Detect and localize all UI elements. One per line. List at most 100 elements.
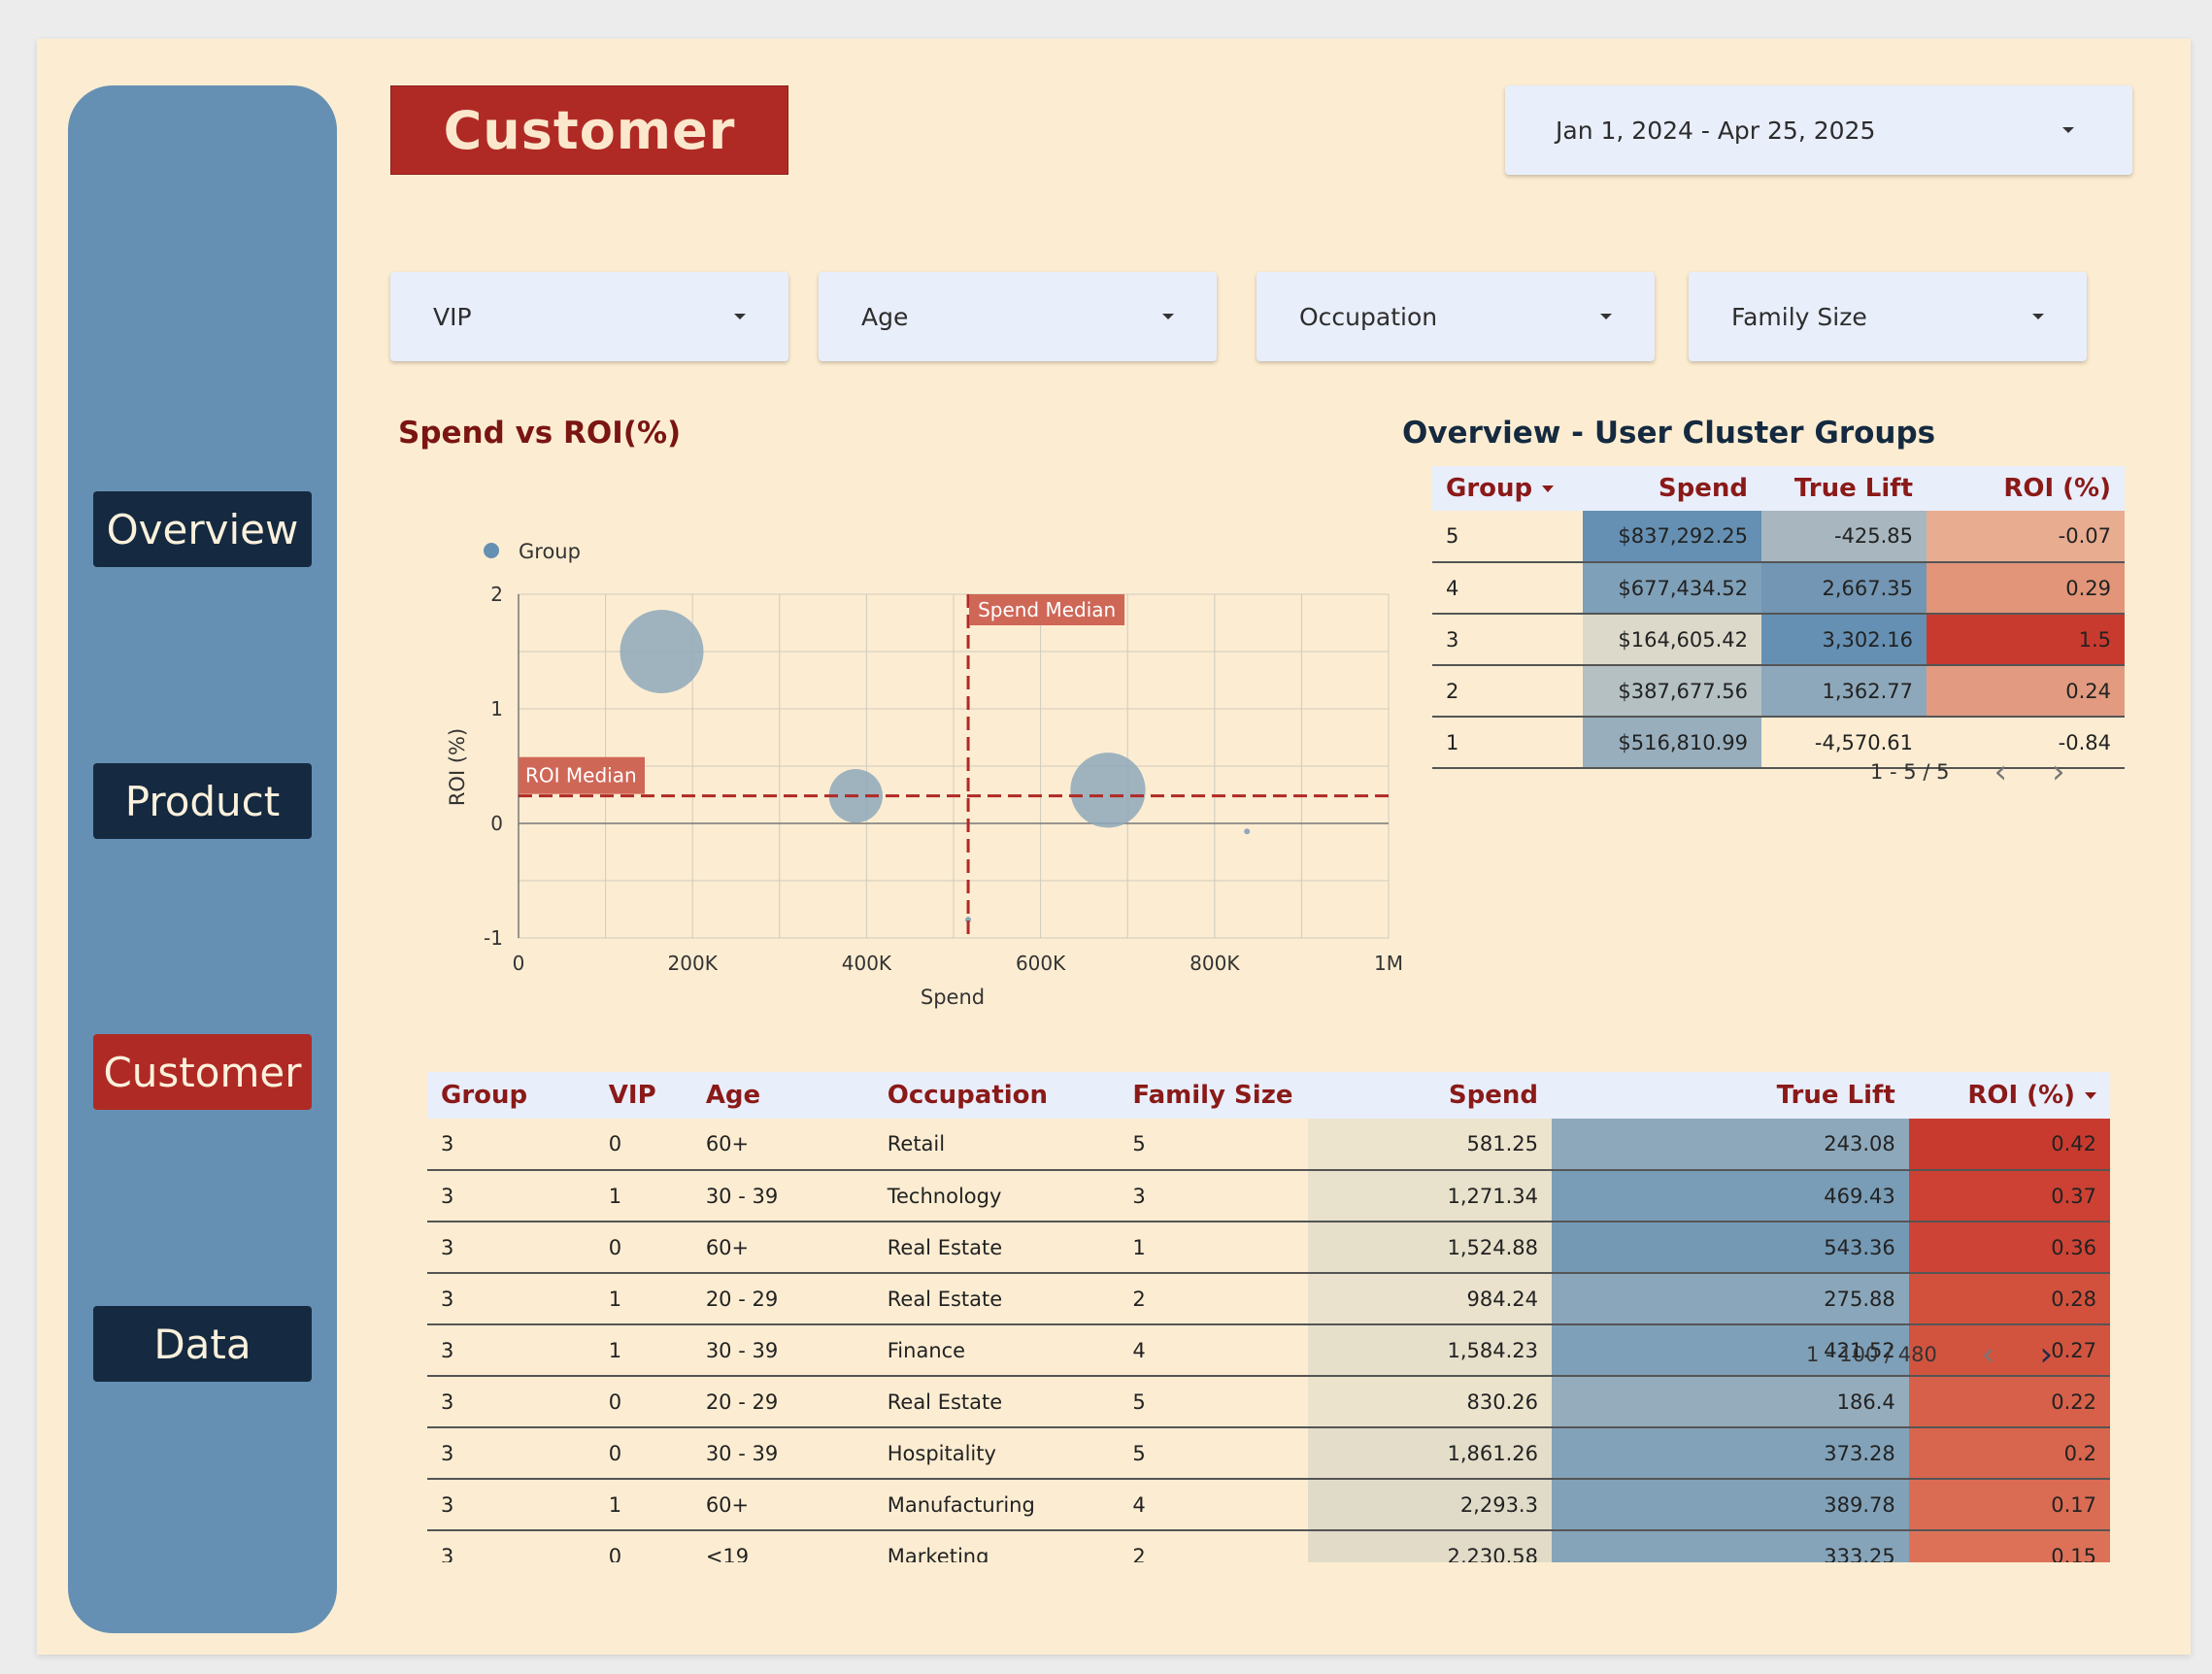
filter-occupation-dropdown[interactable]: Occupation (1257, 272, 1655, 361)
cell-true-lift: 333.25 (1551, 1530, 1909, 1562)
detail-table-pagination: 1 - 100 / 480 ‹ › (1806, 1338, 2053, 1371)
column-header-true-lift[interactable]: True Lift (1551, 1072, 1909, 1119)
detail-table-container[interactable]: Group VIP Age Occupation Family Size Spe… (427, 1072, 2110, 1562)
x-tick-label: 0 (513, 952, 525, 975)
cell-group: 3 (427, 1376, 595, 1428)
sidebar: Overview Product Customer Data (68, 85, 337, 1633)
table-row[interactable]: 3 0 20 - 29 Real Estate 5 830.26 186.4 0.22 (427, 1376, 2110, 1428)
nav-product-button[interactable]: Product (93, 763, 312, 839)
cell-roi: 1.5 (1927, 614, 2125, 666)
column-header-spend[interactable]: Spend (1308, 1072, 1552, 1119)
table-row[interactable]: 3 $164,605.42 3,302.16 1.5 (1432, 614, 2125, 666)
table-row[interactable]: 3 1 60+ Manufacturing 4 2,293.3 389.78 0.17 (427, 1479, 2110, 1531)
table-row[interactable]: 3 0 60+ Retail 5 581.25 243.08 0.42 (427, 1119, 2110, 1171)
x-tick-label: 200K (668, 952, 719, 975)
cell-spend: $837,292.25 (1583, 511, 1761, 563)
column-header-spend[interactable]: Spend (1583, 466, 1761, 511)
cell-occupation: Finance (873, 1324, 1120, 1377)
cell-family-size: 2 (1119, 1273, 1309, 1325)
cell-family-size: 3 (1119, 1170, 1309, 1222)
y-axis-label: ROI (%) (446, 728, 469, 806)
column-label: ROI (%) (1967, 1081, 2075, 1110)
cell-true-lift: 469.43 (1551, 1170, 1909, 1222)
table-row[interactable]: 3 0 <19 Marketing 2 2,230.58 333.25 0.15 (427, 1530, 2110, 1562)
column-header-age[interactable]: Age (691, 1072, 874, 1119)
cell-true-lift: 3,302.16 (1761, 614, 1927, 666)
cell-occupation: Technology (873, 1170, 1120, 1222)
customer-detail-table: Group VIP Age Occupation Family Size Spe… (427, 1072, 2110, 1562)
table-row[interactable]: 4 $677,434.52 2,667.35 0.29 (1432, 562, 2125, 615)
table-row[interactable]: 3 0 30 - 39 Hospitality 5 1,861.26 373.28 0.2 (427, 1427, 2110, 1480)
cell-vip: 0 (594, 1119, 692, 1171)
column-header-family-size[interactable]: Family Size (1119, 1072, 1309, 1119)
cell-group: 3 (427, 1170, 595, 1222)
y-tick-label: 1 (490, 697, 503, 720)
y-tick-label: 0 (490, 812, 503, 835)
cell-group: 3 (427, 1427, 595, 1480)
filter-age-label: Age (861, 302, 909, 331)
table-row[interactable]: 2 $387,677.56 1,362.77 0.24 (1432, 665, 2125, 718)
filter-vip-label: VIP (433, 302, 472, 331)
prev-page-icon[interactable]: ‹ (1994, 755, 2007, 788)
column-label: Group (1446, 474, 1533, 503)
cell-occupation: Real Estate (873, 1222, 1120, 1274)
column-header-vip[interactable]: VIP (594, 1072, 692, 1119)
cell-occupation: Retail (873, 1119, 1120, 1171)
filter-family-size-dropdown[interactable]: Family Size (1689, 272, 2087, 361)
cell-age: 60+ (691, 1222, 874, 1274)
cell-age: 20 - 29 (691, 1376, 874, 1428)
nav-customer-button[interactable]: Customer (93, 1034, 312, 1110)
cell-group: 3 (427, 1273, 595, 1325)
x-tick-label: 800K (1190, 952, 1240, 975)
table-row[interactable]: 3 0 60+ Real Estate 1 1,524.88 543.36 0.36 (427, 1222, 2110, 1274)
cell-true-lift: 2,667.35 (1761, 562, 1927, 615)
next-page-icon[interactable]: › (2040, 1338, 2054, 1371)
sort-desc-icon (2085, 1092, 2096, 1099)
cell-roi: 0.24 (1927, 665, 2125, 718)
cluster-table-title: Overview - User Cluster Groups (1402, 416, 1936, 451)
report-page: Overview Product Customer Data Customer … (37, 39, 2191, 1655)
column-header-group[interactable]: Group (1432, 466, 1583, 511)
cell-group: 3 (427, 1119, 595, 1171)
cell-group: 1 (1432, 717, 1583, 769)
date-range-picker[interactable]: Jan 1, 2024 - Apr 25, 2025 (1505, 85, 2132, 175)
cell-true-lift: 243.08 (1551, 1119, 1909, 1171)
legend-marker (484, 543, 499, 558)
cell-family-size: 4 (1119, 1479, 1309, 1531)
next-page-icon[interactable]: › (2052, 755, 2065, 788)
table-row[interactable]: 3 1 20 - 29 Real Estate 2 984.24 275.88 0.28 (427, 1273, 2110, 1325)
cell-age: 60+ (691, 1119, 874, 1171)
column-header-true-lift[interactable]: True Lift (1761, 466, 1927, 511)
nav-data-button[interactable]: Data (93, 1306, 312, 1382)
cell-family-size: 2 (1119, 1530, 1309, 1562)
spend-median-label: Spend Median (978, 598, 1116, 621)
cell-occupation: Manufacturing (873, 1479, 1120, 1531)
column-header-occupation[interactable]: Occupation (873, 1072, 1120, 1119)
cluster-table-pagination: 1 - 5 / 5 ‹ › (1870, 755, 2065, 788)
cell-roi: 0.29 (1927, 562, 2125, 615)
table-row[interactable]: 5 $837,292.25 -425.85 -0.07 (1432, 511, 2125, 563)
cell-family-size: 1 (1119, 1222, 1309, 1274)
table-header-row: Group Spend True Lift ROI (%) (1432, 466, 2125, 511)
column-header-group[interactable]: Group (427, 1072, 595, 1119)
column-header-roi[interactable]: ROI (%) (1908, 1072, 2110, 1119)
cell-group: 4 (1432, 562, 1583, 615)
filter-age-dropdown[interactable]: Age (819, 272, 1217, 361)
column-header-roi[interactable]: ROI (%) (1927, 466, 2125, 511)
cell-group: 5 (1432, 511, 1583, 563)
cell-spend: 2,230.58 (1308, 1530, 1552, 1562)
legend-label: Group (519, 540, 581, 563)
nav-overview-button[interactable]: Overview (93, 491, 312, 567)
cell-age: <19 (691, 1530, 874, 1562)
cell-true-lift: 1,362.77 (1761, 665, 1927, 718)
spend-roi-scatter-chart: Group 0 200K 400K 600K 800K 1M 2 1 0 -1 Spend Med… (446, 540, 1403, 1009)
cell-age: 30 - 39 (691, 1170, 874, 1222)
prev-page-icon[interactable]: ‹ (1982, 1338, 1995, 1371)
table-row[interactable]: 3 1 30 - 39 Technology 3 1,271.34 469.43 0.37 (427, 1170, 2110, 1222)
cell-vip: 0 (594, 1427, 692, 1480)
filter-vip-dropdown[interactable]: VIP (390, 272, 788, 361)
cell-spend: 984.24 (1308, 1273, 1552, 1325)
chart-title: Spend vs ROI(%) (398, 416, 682, 451)
cell-spend: $387,677.56 (1583, 665, 1761, 718)
x-tick-label: 1M (1374, 952, 1403, 975)
